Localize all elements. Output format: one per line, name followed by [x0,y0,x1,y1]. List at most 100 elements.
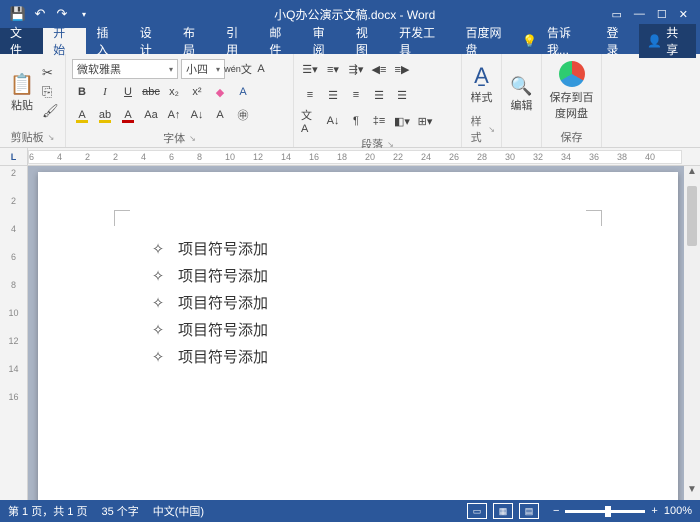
enclose-char-button[interactable]: ㊥ [233,105,253,125]
bullets-button[interactable]: ☰▾ [300,59,320,79]
tab-home[interactable]: 开始 [43,28,86,54]
zoom-slider[interactable] [565,510,645,513]
scroll-down-icon[interactable]: ▼ [687,484,697,500]
redo-icon[interactable]: ↷ [54,6,70,22]
group-label-font: 字体 [163,130,185,146]
bullet-list-item[interactable]: ✧项目符号添加 [138,238,598,259]
undo-icon[interactable]: ↶ [32,6,48,22]
close-icon[interactable]: ✕ [679,8,688,21]
horizontal-ruler[interactable]: L 64224681012141618202224262830323436384… [0,148,700,166]
text-highlight-button[interactable]: ab [95,105,115,125]
vertical-ruler[interactable]: 2246810121416 [0,166,28,500]
styles-icon: A̠ [474,63,489,89]
align-left-button[interactable]: ≡ [300,85,320,105]
char-border-icon[interactable]: A [251,59,271,79]
tab-view[interactable]: 视图 [346,28,389,54]
page-count[interactable]: 第 1 页，共 1 页 [8,503,87,519]
subscript-button[interactable]: x₂ [164,82,184,102]
tab-references[interactable]: 引用 [216,28,259,54]
grow-font-button[interactable]: A↑ [164,105,184,125]
tab-insert[interactable]: 插入 [86,28,129,54]
bullet-list-item[interactable]: ✧项目符号添加 [138,319,598,340]
cut-icon[interactable]: ✂ [42,65,59,81]
web-layout-icon[interactable]: ▤ [519,503,539,519]
decrease-indent-button[interactable]: ◀≡ [369,59,389,79]
shading-button[interactable]: ◧▾ [392,111,412,131]
clear-format-icon[interactable]: ◆ [210,82,230,102]
distribute-button[interactable]: ☰ [392,85,412,105]
editing-button[interactable]: 🔍 编辑 [508,57,535,131]
show-marks-button[interactable]: ¶ [346,111,366,131]
font-size-combo[interactable]: 小四▾ [181,59,225,79]
phonetic-guide-icon[interactable]: wén文 [228,59,248,79]
qat-dropdown-icon[interactable]: ▾ [76,6,92,22]
bullet-icon: ✧ [138,267,178,285]
dialog-launcher-icon[interactable]: ↘ [48,133,55,142]
group-clipboard: 📋 粘贴 ✂ ⎘ 🖌 剪贴板↘ [0,54,66,147]
highlight-button[interactable]: A [72,105,92,125]
tab-review[interactable]: 审阅 [303,28,346,54]
paste-button[interactable]: 📋 粘贴 [6,57,38,127]
tab-file[interactable]: 文件 [0,28,43,54]
minimize-icon[interactable]: — [634,8,645,21]
text-direction-button[interactable]: 文A [300,111,320,131]
language-indicator[interactable]: 中文(中国) [153,503,204,519]
share-button[interactable]: 👤共享 [639,24,696,58]
styles-button[interactable]: A̠ 样式 [468,57,495,111]
font-name-combo[interactable]: 微软雅黑▾ [72,59,178,79]
shrink-font-button[interactable]: A↓ [187,105,207,125]
underline-button[interactable]: U [118,82,138,102]
char-shading-button[interactable]: A [210,105,230,125]
group-save: 保存到百度网盘 保存 [542,54,602,147]
bullet-list-item[interactable]: ✧项目符号添加 [138,346,598,367]
vertical-scrollbar[interactable]: ▲ ▼ [684,166,700,500]
format-painter-icon[interactable]: 🖌 [42,103,59,119]
align-right-button[interactable]: ≡ [346,85,366,105]
document-page[interactable]: ✧项目符号添加✧项目符号添加✧项目符号添加✧项目符号添加✧项目符号添加 [38,172,678,500]
italic-button[interactable]: I [95,82,115,102]
list-item-text: 项目符号添加 [178,319,268,340]
tab-mailings[interactable]: 邮件 [259,28,302,54]
page-viewport[interactable]: ✧项目符号添加✧项目符号添加✧项目符号添加✧项目符号添加✧项目符号添加 [28,166,684,500]
bullet-list-item[interactable]: ✧项目符号添加 [138,292,598,313]
justify-button[interactable]: ☰ [369,85,389,105]
superscript-button[interactable]: x² [187,82,207,102]
copy-icon[interactable]: ⎘ [42,84,59,100]
login[interactable]: 登录 [601,24,636,58]
bullet-list-item[interactable]: ✧项目符号添加 [138,265,598,286]
zoom-out-icon[interactable]: − [553,505,559,517]
print-layout-icon[interactable]: ▦ [493,503,513,519]
scroll-up-icon[interactable]: ▲ [687,166,697,182]
zoom-in-icon[interactable]: + [651,505,657,517]
list-item-text: 项目符号添加 [178,265,268,286]
increase-indent-button[interactable]: ≡▶ [392,59,412,79]
save-baidu-button[interactable]: 保存到百度网盘 [548,57,595,127]
strike-button[interactable]: abc [141,82,161,102]
line-spacing-button[interactable]: ‡≡ [369,111,389,131]
change-case-button[interactable]: Aa [141,105,161,125]
save-icon[interactable]: 💾 [10,6,26,22]
zoom-level[interactable]: 100% [664,505,692,517]
numbering-button[interactable]: ≡▾ [323,59,343,79]
tab-developer[interactable]: 开发工具 [389,28,455,54]
baidu-icon [559,61,585,87]
tab-design[interactable]: 设计 [130,28,173,54]
window-controls: ▭ — ☐ ✕ [612,8,697,21]
tab-baidu[interactable]: 百度网盘 [456,28,522,54]
font-color-button[interactable]: A [118,105,138,125]
dialog-launcher-icon[interactable]: ↘ [189,134,196,143]
bold-button[interactable]: B [72,82,92,102]
sort-button[interactable]: A↓ [323,111,343,131]
maximize-icon[interactable]: ☐ [657,8,667,21]
scroll-thumb[interactable] [687,186,697,246]
word-count[interactable]: 35 个字 [101,503,138,519]
tell-me[interactable]: 告诉我... [541,24,597,58]
read-mode-icon[interactable]: ▭ [467,503,487,519]
dialog-launcher-icon[interactable]: ↘ [488,125,495,134]
ribbon-options-icon[interactable]: ▭ [612,8,622,21]
borders-button[interactable]: ⊞▾ [415,111,435,131]
tab-layout[interactable]: 布局 [173,28,216,54]
align-center-button[interactable]: ☰ [323,85,343,105]
multilevel-button[interactable]: ⇶▾ [346,59,366,79]
text-effects-icon[interactable]: A [233,82,253,102]
